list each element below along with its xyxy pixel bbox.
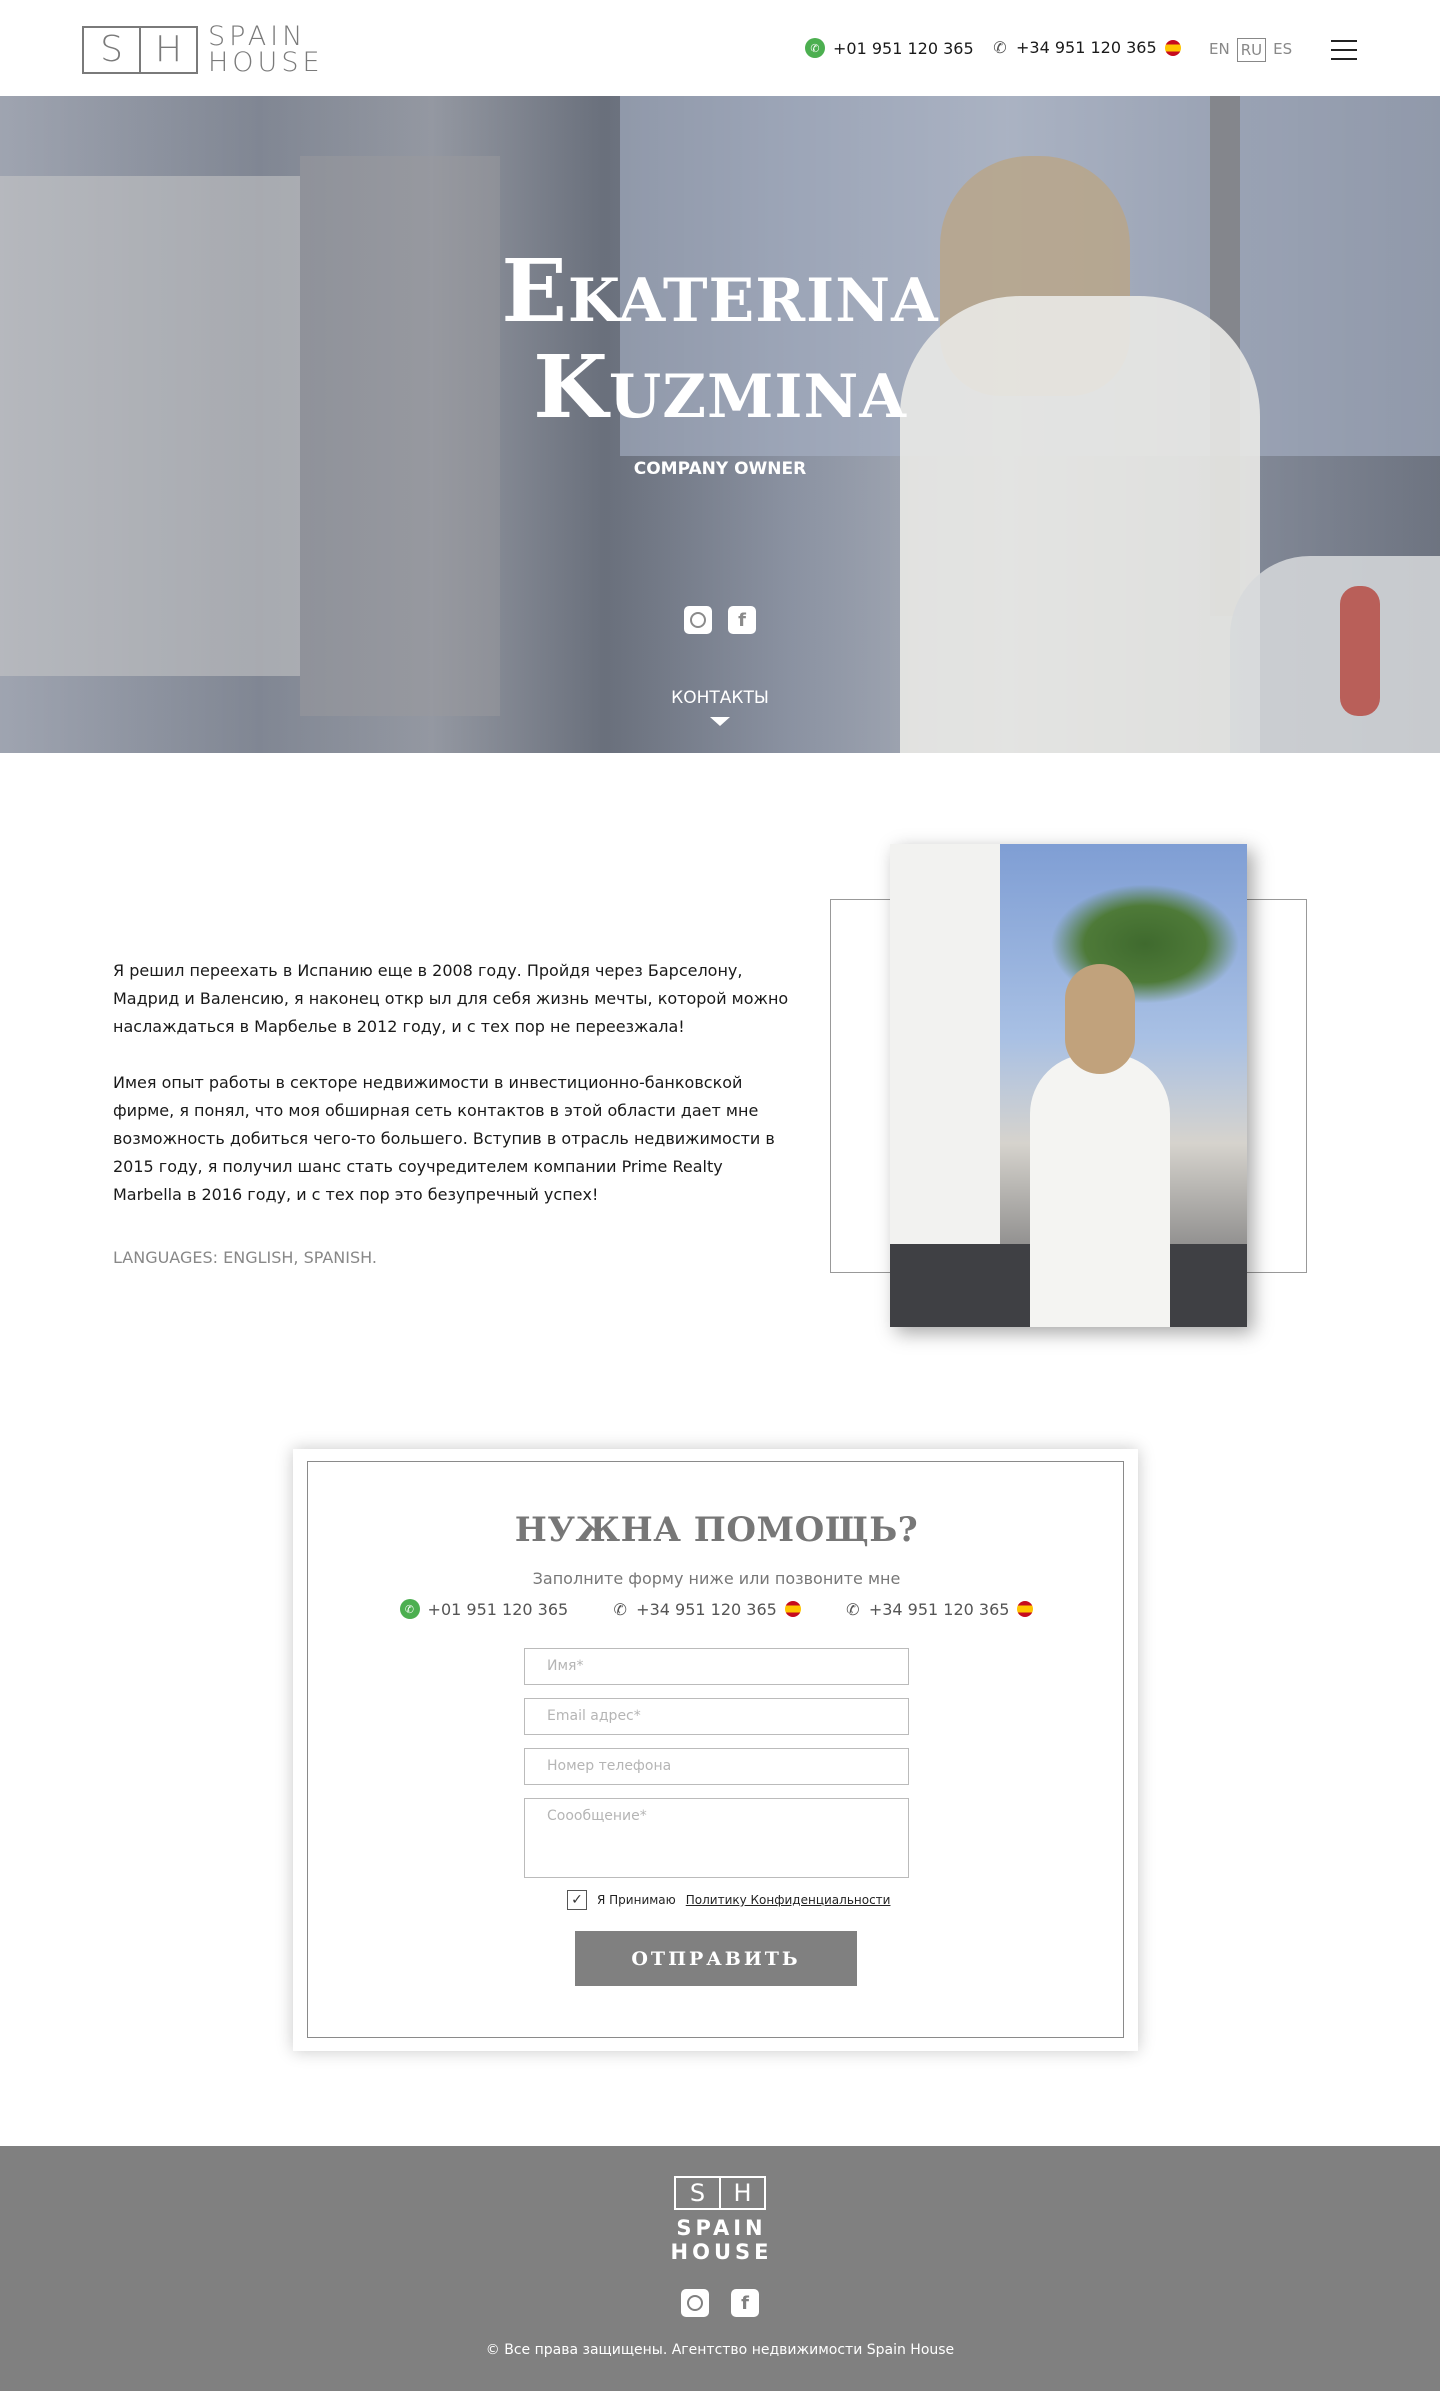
phone-field[interactable]: Номер телефона <box>524 1748 909 1785</box>
hero-last-name: Kuzmina <box>533 337 907 438</box>
message-field[interactable]: Соообщение* <box>524 1798 909 1878</box>
hero-social-links: f <box>0 606 1440 634</box>
footer-logo-letter-h: H <box>719 2178 764 2208</box>
hero-first-name: Ekaterina <box>501 241 939 342</box>
email-field[interactable]: Email адрес* <box>524 1698 909 1735</box>
agent-photo <box>890 844 1247 1327</box>
about-languages: LANGUAGES: ENGLISH, SPANISH. <box>113 1248 377 1267</box>
consent-text: Я Принимаю <box>597 1893 676 1907</box>
checkmark-icon: ✓ <box>571 1892 583 1908</box>
contact-phone-number: +34 951 120 365 <box>868 1599 1010 1619</box>
instagram-icon[interactable] <box>684 606 712 634</box>
phone-icon: ✆ <box>613 1599 627 1619</box>
about-paragraph-1: Я решил переехать в Испанию еще в 2008 г… <box>113 961 789 1036</box>
spain-flag-icon <box>1017 1601 1034 1617</box>
footer-logo-word-house: HOUSE <box>670 2240 773 2264</box>
spain-flag-icon <box>784 1601 801 1617</box>
header-logo[interactable]: S H SPAIN HOUSE <box>82 23 332 78</box>
about-text: Я решил переехать в Испанию еще в 2008 г… <box>113 957 793 1209</box>
header-spain-number: +34 951 120 365 <box>1016 38 1157 57</box>
contact-subtitle: Заполните форму ниже или позвоните мне <box>532 1569 901 1588</box>
logo-monogram: S H <box>82 26 198 74</box>
lang-ru[interactable]: RU <box>1236 38 1267 62</box>
phone-icon: ✆ <box>993 38 1007 57</box>
copyright-text: © Все права защищены. Агентство недвижим… <box>485 2342 955 2358</box>
whatsapp-icon: ✆ <box>805 38 825 58</box>
spain-flag-icon <box>1164 39 1181 56</box>
contact-phones: ✆ +01 951 120 365 ✆ +34 951 120 365 ✆ +3… <box>308 1599 1125 1619</box>
privacy-policy-link[interactable]: Политику Конфиденциальности <box>686 1893 891 1907</box>
hero-name: Ekaterina Kuzmina <box>0 244 1440 436</box>
lang-en[interactable]: EN <box>1206 38 1233 62</box>
name-field[interactable]: Имя* <box>524 1648 909 1685</box>
submit-button[interactable]: ОТПРАВИТЬ <box>575 1931 857 1986</box>
whatsapp-icon: ✆ <box>399 1599 420 1619</box>
logo-letter-h: H <box>139 28 196 72</box>
header-spain-phone[interactable]: ✆ +34 951 120 365 <box>992 38 1181 57</box>
phone-icon: ✆ <box>846 1599 860 1619</box>
language-switcher: EN RU ES <box>1206 38 1295 62</box>
contact-card-border: НУЖНА ПОМОЩЬ? Заполните форму ниже или п… <box>307 1461 1124 2038</box>
logo-letter-s: S <box>100 29 123 70</box>
lang-es[interactable]: ES <box>1270 38 1295 62</box>
footer-logo[interactable]: S H SPAIN HOUSE <box>669 2176 774 2268</box>
consent-checkbox[interactable]: ✓ <box>567 1890 587 1910</box>
logo-word-house: HOUSE <box>208 47 324 78</box>
footer-social-links: f <box>0 2289 1440 2317</box>
chevron-down-icon[interactable] <box>710 717 730 726</box>
hero-banner: Ekaterina Kuzmina COMPANY OWNER f КОНТАК… <box>0 96 1440 753</box>
footer-logo-word-spain: SPAIN <box>676 2216 767 2240</box>
site-footer: S H SPAIN HOUSE f © Все права защищены. … <box>0 2146 1440 2391</box>
contact-phone-spain-2[interactable]: ✆ +34 951 120 365 <box>845 1599 1034 1619</box>
logo-wordmark: SPAIN HOUSE <box>208 23 324 78</box>
contact-phone-number: +34 951 120 365 <box>636 1599 777 1619</box>
hero-role: COMPANY OWNER <box>633 459 807 479</box>
header-whatsapp-number: +01 951 120 365 <box>833 38 974 58</box>
facebook-icon[interactable]: f <box>731 2289 759 2317</box>
about-paragraph-2: Имея опыт работы в секторе недвижимости … <box>113 1073 775 1204</box>
hero-contacts-link[interactable]: КОНТАКТЫ <box>0 688 1440 708</box>
privacy-consent: ✓ Я Принимаю Политику Конфиденциальности <box>567 1890 890 1910</box>
hero-bg-car <box>1230 556 1440 753</box>
contact-phone-whatsapp[interactable]: ✆ +01 951 120 365 <box>399 1599 569 1619</box>
facebook-icon[interactable]: f <box>728 606 756 634</box>
footer-logo-monogram: S H <box>674 2176 766 2210</box>
contact-phone-spain[interactable]: ✆ +34 951 120 365 <box>612 1599 801 1619</box>
contact-card: НУЖНА ПОМОЩЬ? Заполните форму ниже или п… <box>293 1449 1138 2051</box>
hamburger-menu-icon[interactable] <box>1331 40 1357 60</box>
contact-title: НУЖНА ПОМОЩЬ? <box>514 1510 919 1550</box>
footer-logo-letter-s: S <box>689 2179 706 2207</box>
contact-phone-number: +01 951 120 365 <box>427 1599 569 1619</box>
instagram-icon[interactable] <box>681 2289 709 2317</box>
site-header: S H SPAIN HOUSE ✆ +01 951 120 365 ✆ +34 … <box>0 0 1440 96</box>
header-whatsapp-phone[interactable]: ✆ +01 951 120 365 <box>805 38 974 58</box>
